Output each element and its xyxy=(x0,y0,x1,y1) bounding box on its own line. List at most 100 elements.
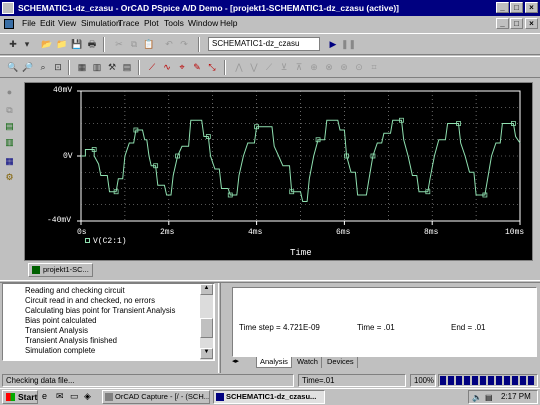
quicklaunch-outlook-icon[interactable]: ✉ xyxy=(56,391,68,403)
save-icon[interactable]: 💾 xyxy=(70,37,84,51)
menu-view[interactable]: View xyxy=(58,18,76,28)
tab-nav-arrows[interactable]: ◂▸ xyxy=(232,357,254,368)
netlist-icon[interactable]: ▥ xyxy=(3,136,16,149)
print-icon[interactable]: 🖶 xyxy=(85,37,99,51)
output-line: Bias point calculated xyxy=(25,316,97,325)
clock[interactable]: 2:17 PM xyxy=(501,391,531,403)
cursor-search-icon[interactable]: ⊗ xyxy=(322,60,336,74)
plot-window[interactable]: 40mV 0V -40mV 0s 2ms 4ms 6ms 8ms 10ms V(… xyxy=(24,82,533,261)
doc-restore-button[interactable]: □ xyxy=(510,18,523,29)
cut-icon[interactable]: ✂ xyxy=(112,37,126,51)
options-icon[interactable]: ⚙ xyxy=(3,171,16,184)
open-icon[interactable]: 📂 xyxy=(40,37,54,51)
cursor-max-icon[interactable]: ⊼ xyxy=(292,60,306,74)
minimize-button[interactable]: _ xyxy=(496,2,509,13)
mark-label-icon[interactable]: ⌗ xyxy=(367,60,381,74)
zoom-fit-icon[interactable]: ⊡ xyxy=(51,60,65,74)
cursor-trough-icon[interactable]: ⋁ xyxy=(247,60,261,74)
doc-icon[interactable] xyxy=(4,19,14,29)
close-button[interactable]: × xyxy=(525,2,538,13)
simulation-profile-select[interactable]: SCHEMATIC1-dz_czasu xyxy=(208,37,320,51)
add-trace-icon[interactable]: ⟋ xyxy=(145,60,159,74)
open-folder-icon[interactable]: 📁 xyxy=(55,37,69,51)
network-icon[interactable]: ▤ xyxy=(485,392,493,404)
cursor-next-icon[interactable]: ⊛ xyxy=(337,60,351,74)
cursor-point-icon[interactable]: ⊕ xyxy=(307,60,321,74)
xtick-4: 8ms xyxy=(424,228,439,237)
menu-trace[interactable]: Trace xyxy=(118,18,139,28)
ytick-bottom: -40mV xyxy=(47,216,72,225)
cursor-prev-icon[interactable]: ⊙ xyxy=(352,60,366,74)
tab-project[interactable]: projekt1-SC... xyxy=(28,263,93,277)
time-readout: Time = .01 xyxy=(357,323,395,332)
run-icon[interactable]: ▶ xyxy=(326,37,340,51)
doc-minimize-button[interactable]: _ xyxy=(496,18,509,29)
toggle-cursor-icon[interactable]: ⌖ xyxy=(175,60,189,74)
plot-toolbar: 🔍 🔎 ⌕ ⊡ ▦ ▥ ⚒ ▤ ⟋ ∿ ⌖ ✎ ⤡ ⋀ ⋁ ⟋ ⊻ ⊼ ⊕ ⊗ … xyxy=(0,56,540,78)
maximize-button[interactable]: □ xyxy=(510,2,523,13)
xtick-2: 4ms xyxy=(248,228,263,237)
system-tray: 🔈 ▤ 2:17 PM xyxy=(468,390,538,404)
scroll-down-icon[interactable]: ▼ xyxy=(200,348,213,359)
legend-marker-icon xyxy=(85,238,90,243)
output-window[interactable]: Reading and checking circuit Circuit rea… xyxy=(2,283,215,361)
cursor-slope-icon[interactable]: ⟋ xyxy=(262,60,276,74)
label-icon[interactable]: ⤡ xyxy=(205,60,219,74)
redo-icon[interactable]: ↷ xyxy=(177,37,191,51)
output-file-icon[interactable]: ▦ xyxy=(3,155,16,168)
app-icon[interactable] xyxy=(2,2,14,14)
menu-plot[interactable]: Plot xyxy=(144,18,159,28)
new-dropdown-icon[interactable]: ▾ xyxy=(20,37,34,51)
analysis-tab-strip: ◂▸ Analysis Watch Devices xyxy=(232,357,537,369)
paste-icon[interactable]: 📋 xyxy=(142,37,156,51)
scroll-thumb[interactable] xyxy=(200,318,213,338)
trace-line xyxy=(81,119,521,202)
tab-analysis[interactable]: Analysis xyxy=(256,357,292,368)
scroll-up-icon[interactable]: ▲ xyxy=(200,284,213,295)
title-bar: SCHEMATIC1-dz_czasu - OrCAD PSpice A/D D… xyxy=(0,0,540,16)
tab-devices[interactable]: Devices xyxy=(324,357,358,368)
circuit-file-icon[interactable]: ▤ xyxy=(3,120,16,133)
simulation-status-window: Time step = 4.721E-09 Time = .01 End = .… xyxy=(232,287,537,357)
pause-icon[interactable]: ❚❚ xyxy=(341,37,356,51)
zoom-area-icon[interactable]: ⌕ xyxy=(36,60,50,74)
menu-file[interactable]: File xyxy=(22,18,36,28)
mark-data-icon[interactable]: ✎ xyxy=(190,60,204,74)
doc-close-button[interactable]: × xyxy=(525,18,538,29)
zoom-in-icon[interactable]: 🔍 xyxy=(6,60,20,74)
menu-tools[interactable]: Tools xyxy=(164,18,184,28)
cursor-peak-icon[interactable]: ⋀ xyxy=(232,60,246,74)
start-button[interactable]: Start xyxy=(2,390,38,404)
eval-goal-icon[interactable]: ∿ xyxy=(160,60,174,74)
fourier-icon[interactable]: ▥ xyxy=(90,60,104,74)
log-x-icon[interactable]: ▦ xyxy=(75,60,89,74)
menu-help[interactable]: Help xyxy=(220,18,237,28)
vertical-splitter[interactable] xyxy=(218,283,221,373)
menu-simulation[interactable]: Simulation xyxy=(81,18,121,28)
tab-watch[interactable]: Watch xyxy=(294,357,322,368)
menu-window[interactable]: Window xyxy=(188,18,218,28)
new-icon[interactable]: ✚ xyxy=(6,37,20,51)
performance-icon[interactable]: ⚒ xyxy=(105,60,119,74)
taskbar-orcad-capture[interactable]: OrCAD Capture - [/ - (SCH... xyxy=(102,390,210,404)
volume-icon[interactable]: 🔈 xyxy=(472,392,482,404)
taskbar: Start e ✉ ▭ ◈ OrCAD Capture - [/ - (SCH.… xyxy=(0,388,540,405)
output-line: Circuit read in and checked, no errors xyxy=(25,296,156,305)
quicklaunch-ie-icon[interactable]: e xyxy=(42,391,54,403)
output-scrollbar[interactable]: ▲ ▼ xyxy=(200,284,213,360)
quicklaunch-desktop-icon[interactable]: ▭ xyxy=(70,391,82,403)
simulation-progress-bar xyxy=(438,374,538,387)
x-axis-label: Time xyxy=(290,248,312,258)
cursor-min-icon[interactable]: ⊻ xyxy=(277,60,291,74)
zoom-out-icon[interactable]: 🔎 xyxy=(21,60,35,74)
output-line: Transient Analysis xyxy=(25,326,88,335)
taskbar-pspice[interactable]: SCHEMATIC1-dz_czasu... xyxy=(213,390,325,404)
trace-legend[interactable]: V(C2:1) xyxy=(85,237,127,246)
menu-edit[interactable]: Edit xyxy=(40,18,55,28)
undo-icon[interactable]: ↶ xyxy=(162,37,176,51)
marker-icon[interactable]: ● xyxy=(3,86,16,99)
restore-icon[interactable]: ⧉ xyxy=(3,104,16,117)
quicklaunch-channels-icon[interactable]: ◈ xyxy=(84,391,96,403)
copy-icon[interactable]: ⧉ xyxy=(127,37,141,51)
log-y-icon[interactable]: ▤ xyxy=(120,60,134,74)
